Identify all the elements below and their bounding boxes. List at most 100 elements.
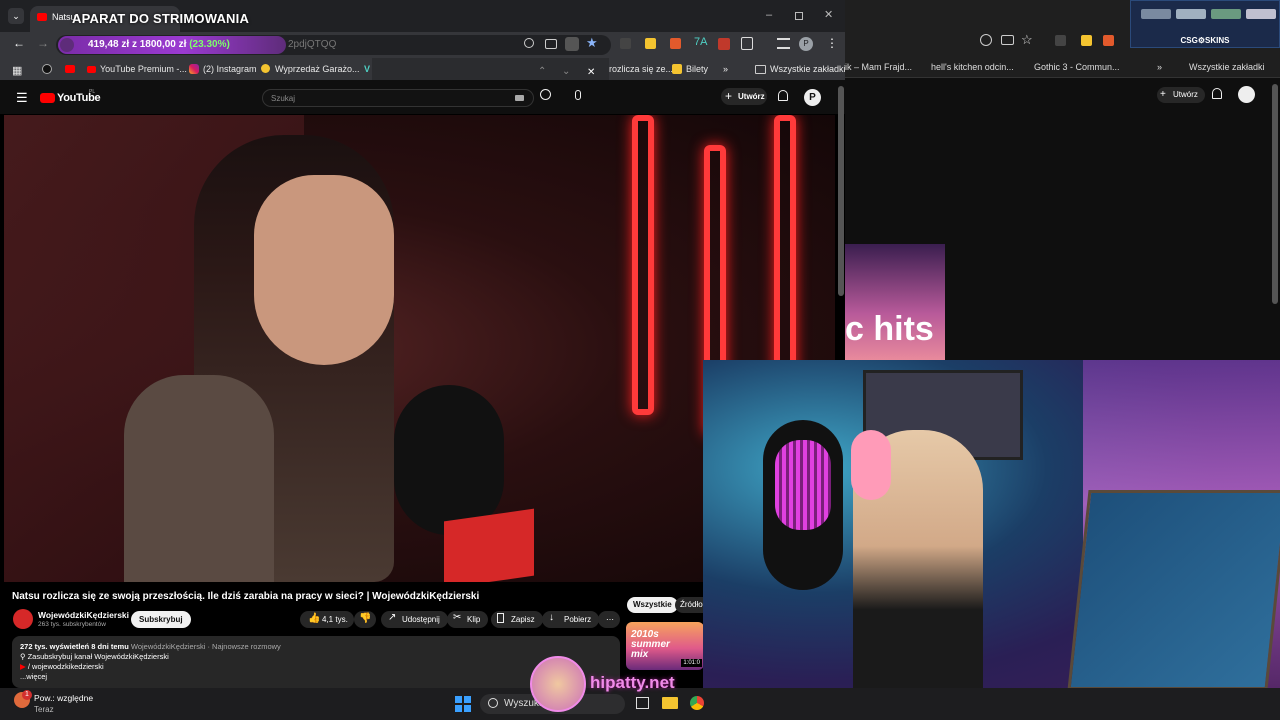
close-window-icon[interactable]: ✕: [824, 8, 833, 21]
extensions-puzzle-icon[interactable]: [741, 37, 753, 50]
goal-current: 419,48 zł: [88, 39, 130, 50]
extension-icon[interactable]: [645, 38, 656, 49]
streamer-webcam: [703, 360, 1280, 720]
plus-icon: +: [1160, 89, 1166, 100]
folder-icon: [755, 65, 766, 74]
neon-sign: [632, 115, 654, 415]
extension-icon[interactable]: [1103, 35, 1114, 46]
view-stats: 272 tys. wyświetleń 8 dni temu: [20, 642, 129, 651]
youtube-icon: ▶: [20, 662, 28, 671]
chevron-right-icon[interactable]: »: [1157, 62, 1162, 72]
mic-rgb-grille: [775, 440, 831, 530]
olx-icon: [261, 64, 270, 73]
plus-icon: +: [725, 89, 733, 103]
maximize-icon[interactable]: [795, 12, 803, 20]
chatgpt-icon[interactable]: [42, 64, 52, 74]
page-icon[interactable]: [565, 37, 579, 51]
bookmark-all[interactable]: Wszystkie zakładki: [1189, 62, 1265, 72]
youtube-logo-icon[interactable]: [40, 93, 55, 103]
extension-icon[interactable]: [718, 38, 730, 50]
scrollbar[interactable]: [1272, 84, 1278, 304]
background-bookmarks-bar: ik – Mam Frajd... hell's kitchen odcin..…: [845, 56, 1280, 78]
bookmark-icon: [497, 613, 504, 623]
star-filled-icon[interactable]: ★: [586, 35, 598, 51]
microphone: [394, 385, 504, 535]
video-title: Natsu rozlicza się ze swoją przeszłością…: [12, 591, 480, 602]
search-icon[interactable]: [540, 89, 551, 100]
cast-icon[interactable]: [545, 39, 557, 49]
subscribe-button[interactable]: Subskrybuj: [131, 611, 191, 628]
bookmark-item[interactable]: YouTube Premium -...: [100, 64, 187, 74]
url-text: 2pdjQTQQ: [288, 39, 337, 50]
show-more-link[interactable]: ...więcej: [20, 672, 612, 682]
task-view-icon[interactable]: [636, 697, 649, 709]
bell-icon[interactable]: [1212, 88, 1222, 99]
translate-icon[interactable]: 7A: [694, 36, 707, 48]
thumbnail-text: c hits: [845, 310, 934, 348]
media-queue-icon[interactable]: [777, 38, 790, 49]
file-explorer-icon[interactable]: [662, 697, 678, 709]
hamburger-menu-icon[interactable]: ☰: [16, 90, 28, 106]
forward-icon[interactable]: →: [37, 36, 49, 50]
extension-icon[interactable]: [1081, 35, 1092, 46]
recommended-thumbnail[interactable]: 2010s summer mix 1:01:0: [626, 622, 704, 670]
scissors-icon: ✂: [453, 612, 462, 623]
extension-icon[interactable]: [1055, 35, 1066, 46]
find-next-icon[interactable]: ⌄: [562, 66, 570, 77]
rifle-icon: [1211, 9, 1241, 19]
bookmark-item[interactable]: (2) Instagram: [203, 64, 257, 74]
microphone-icon[interactable]: [575, 90, 581, 100]
find-close-icon[interactable]: ✕: [587, 67, 595, 78]
star-icon[interactable]: ☆: [1021, 32, 1033, 48]
scrollbar[interactable]: [838, 86, 844, 296]
channel-name[interactable]: WojewódzkiKędzierski: [38, 610, 129, 620]
youtube-search-input[interactable]: Szukaj: [262, 89, 534, 107]
bookmark-item[interactable]: ik – Mam Frajd...: [845, 62, 912, 72]
windows-start-icon[interactable]: [455, 696, 471, 712]
extension-icon[interactable]: [620, 38, 631, 49]
more-actions-icon[interactable]: ⋯: [598, 611, 620, 628]
account-avatar[interactable]: P: [804, 89, 821, 106]
video-duration: 1:01:0: [681, 659, 702, 667]
channel-avatar[interactable]: [13, 609, 33, 629]
youtube-icon[interactable]: [65, 65, 75, 73]
rifle-icon: [1246, 9, 1276, 19]
goal-separator: z: [131, 39, 137, 50]
bookmark-all[interactable]: Wszystkie zakładki: [770, 64, 846, 74]
video-description[interactable]: 272 tys. wyświetleń 8 dni temu Wojewódzk…: [12, 636, 620, 688]
bookmark-item[interactable]: Gothic 3 - Commun...: [1034, 62, 1120, 72]
chrome-icon[interactable]: [690, 696, 704, 710]
bookmark-item[interactable]: Wyprzedaż Garażo...: [275, 64, 359, 74]
zoom-icon[interactable]: [524, 38, 534, 48]
apps-grid-icon[interactable]: ▦: [12, 64, 22, 77]
bell-icon[interactable]: [778, 90, 788, 101]
vinted-icon[interactable]: V: [364, 64, 370, 74]
back-icon[interactable]: ←: [13, 36, 25, 50]
desc-link[interactable]: / wojewodzkikedzierski: [28, 662, 104, 671]
zoom-icon[interactable]: [980, 34, 992, 46]
minimize-icon[interactable]: –: [766, 9, 772, 21]
bookmark-item[interactable]: rozlicza się ze...: [609, 64, 673, 74]
region-code: PL: [89, 89, 96, 95]
guest-body: [124, 375, 274, 582]
goal-target: 1800,00 zł: [139, 39, 187, 50]
keyboard-icon[interactable]: [515, 95, 524, 101]
share-icon: ↗: [388, 612, 397, 623]
thumbs-up-icon: 👍: [308, 613, 321, 624]
subscriber-count: 263 tys. subskrybentów: [38, 621, 106, 628]
cast-icon[interactable]: [1001, 35, 1014, 45]
filter-chip-all[interactable]: Wszystkie: [627, 597, 678, 613]
find-prev-icon[interactable]: ⌃: [538, 66, 546, 77]
bookmark-item[interactable]: hell's kitchen odcin...: [931, 62, 1014, 72]
youtube-premium-icon: [87, 66, 96, 73]
avatar[interactable]: [1238, 86, 1255, 103]
tab-search-icon[interactable]: ⌄: [8, 8, 24, 24]
extension-icon[interactable]: [670, 38, 681, 49]
profile-avatar[interactable]: P: [799, 37, 813, 51]
goal-percent: (23.30%): [189, 39, 230, 50]
pin-icon: ⚲: [20, 652, 28, 661]
bookmark-item[interactable]: Bilety: [686, 64, 708, 74]
more-menu-icon[interactable]: ⋮: [826, 36, 838, 50]
rifle-icon: [1176, 9, 1206, 19]
chevron-right-icon[interactable]: »: [723, 64, 728, 74]
